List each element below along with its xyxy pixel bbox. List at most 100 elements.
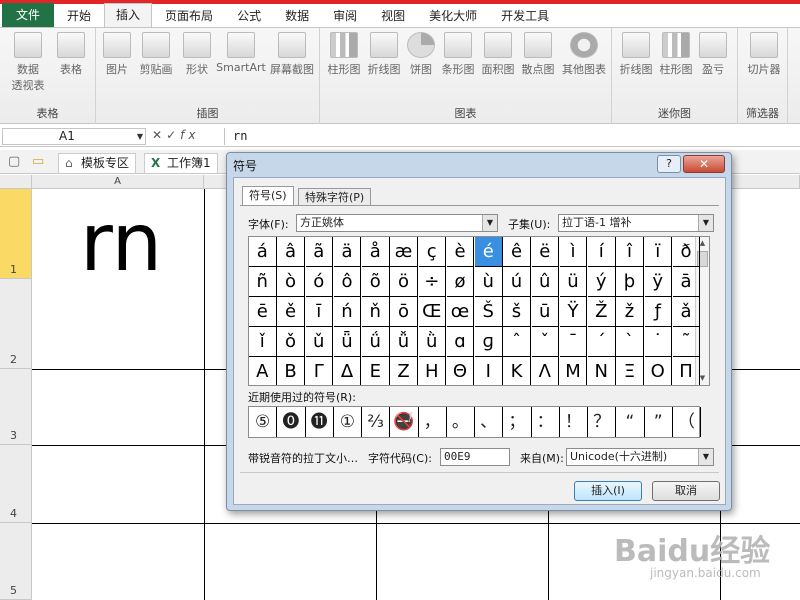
symbol-cell[interactable]: ï bbox=[644, 237, 672, 267]
row-header-5[interactable]: 5 bbox=[0, 523, 32, 600]
symbol-cell[interactable]: þ bbox=[616, 267, 644, 297]
symbol-cell[interactable]: ˇ bbox=[531, 327, 559, 357]
sparkline-column-button[interactable]: 柱形图 bbox=[658, 32, 694, 77]
column-chart-button[interactable]: 柱形图 bbox=[326, 32, 362, 77]
cancel-button[interactable]: 取消 bbox=[652, 481, 720, 501]
close-button[interactable]: ✕ bbox=[683, 155, 725, 173]
symbol-cell[interactable]: ˜ bbox=[672, 327, 701, 357]
symbol-cell[interactable]: Ν bbox=[588, 357, 616, 385]
tab-symbols[interactable]: 符号(S) bbox=[242, 186, 294, 206]
symbol-cell[interactable]: Ζ bbox=[390, 357, 418, 385]
symbol-cell[interactable]: ň bbox=[362, 297, 390, 327]
recent-symbol-cell[interactable]: ⓫ bbox=[306, 407, 334, 437]
insert-button[interactable]: 插入(I) bbox=[574, 481, 642, 501]
symbol-cell[interactable]: Ι bbox=[475, 357, 503, 385]
workbook-tab[interactable]: X 工作簿1 bbox=[144, 153, 218, 173]
clipart-button[interactable]: 剪贴画 bbox=[136, 32, 176, 77]
symbol-cell[interactable]: ò bbox=[277, 267, 305, 297]
symbol-cell[interactable]: ä bbox=[333, 237, 362, 267]
symbol-cell[interactable]: œ bbox=[446, 297, 475, 327]
symbol-cell[interactable]: ƒ bbox=[644, 297, 672, 327]
symbol-cell[interactable]: ǘ bbox=[362, 327, 390, 357]
row-header-3[interactable]: 3 bbox=[0, 369, 32, 445]
symbol-cell[interactable]: Γ bbox=[306, 357, 333, 385]
symbol-cell[interactable]: ǎ bbox=[672, 297, 701, 327]
sparkline-line-button[interactable]: 折线图 bbox=[618, 32, 654, 77]
screenshot-button[interactable]: 屏幕截图 bbox=[268, 32, 316, 77]
confirm-icon[interactable]: ✓ bbox=[166, 128, 180, 142]
symbol-cell[interactable]: ñ bbox=[249, 267, 277, 297]
symbol-cell[interactable]: ǜ bbox=[418, 327, 446, 357]
symbol-cell[interactable]: ī bbox=[305, 297, 333, 327]
symbol-cell[interactable]: ń bbox=[333, 297, 362, 327]
template-tab[interactable]: ⌂ 模板专区 bbox=[58, 153, 137, 173]
help-button[interactable]: ? bbox=[657, 155, 681, 173]
tab-data[interactable]: 数据 bbox=[274, 5, 320, 27]
symbol-cell[interactable]: Ο bbox=[645, 357, 672, 385]
symbol-cell[interactable]: î bbox=[616, 237, 644, 267]
symbol-cell[interactable]: Œ bbox=[418, 297, 446, 327]
char-code-input[interactable]: 00E9 bbox=[440, 448, 510, 466]
folder-icon[interactable]: ▭ bbox=[32, 154, 44, 169]
symbol-cell[interactable]: è bbox=[446, 237, 475, 267]
symbol-cell[interactable]: ð bbox=[672, 237, 701, 267]
recent-symbol-cell[interactable]: 🚭 bbox=[390, 407, 419, 437]
symbol-cell[interactable]: ā bbox=[672, 267, 701, 297]
symbol-cell[interactable]: ø bbox=[446, 267, 475, 297]
pie-chart-button[interactable]: 饼图 bbox=[406, 32, 436, 77]
symbol-cell[interactable]: ˙ bbox=[644, 327, 672, 357]
name-box[interactable]: A1 ▼ bbox=[2, 128, 146, 145]
symbol-cell[interactable]: ě bbox=[277, 297, 305, 327]
symbol-cell[interactable]: ɡ bbox=[475, 327, 503, 357]
recent-symbol-cell[interactable]: ⅔ bbox=[362, 407, 391, 437]
symbol-cell[interactable]: ö bbox=[390, 267, 418, 297]
tab-developer[interactable]: 开发工具 bbox=[490, 5, 560, 27]
chevron-down-icon[interactable]: ▼ bbox=[698, 449, 713, 465]
table-button[interactable]: 表格 bbox=[54, 32, 88, 77]
bar-chart-button[interactable]: 条形图 bbox=[440, 32, 476, 77]
symbol-cell[interactable]: š bbox=[503, 297, 531, 327]
symbol-cell[interactable]: ɑ bbox=[446, 327, 475, 357]
symbol-cell[interactable]: Š bbox=[475, 297, 503, 327]
chevron-down-icon[interactable]: ▼ bbox=[137, 129, 143, 144]
symbol-cell[interactable]: Λ bbox=[532, 357, 559, 385]
symbol-cell[interactable]: ǖ bbox=[333, 327, 362, 357]
symbol-cell[interactable]: ˉ bbox=[559, 327, 588, 357]
recent-symbol-cell[interactable]: ⓿ bbox=[277, 407, 306, 437]
slicer-button[interactable]: 切片器 bbox=[744, 32, 784, 77]
symbol-cell[interactable]: é bbox=[475, 237, 503, 267]
symbol-cell[interactable]: ÿ bbox=[644, 267, 672, 297]
symbol-cell[interactable]: å bbox=[362, 237, 390, 267]
row-header-1[interactable]: 1 bbox=[0, 189, 32, 279]
symbol-cell[interactable]: Ÿ bbox=[559, 297, 588, 327]
line-chart-button[interactable]: 折线图 bbox=[366, 32, 402, 77]
tab-view[interactable]: 视图 bbox=[370, 5, 416, 27]
recent-symbol-cell[interactable]: 、 bbox=[475, 407, 504, 437]
chevron-down-icon[interactable]: ▼ bbox=[482, 215, 497, 231]
symbol-cell[interactable]: ã bbox=[305, 237, 333, 267]
from-select[interactable]: Unicode(十六进制) ▼ bbox=[566, 448, 714, 466]
symbol-cell[interactable]: Ε bbox=[362, 357, 390, 385]
symbol-cell[interactable]: ū bbox=[531, 297, 559, 327]
select-all-corner[interactable] bbox=[0, 175, 32, 189]
symbol-cell[interactable]: ž bbox=[616, 297, 644, 327]
row-header-2[interactable]: 2 bbox=[0, 279, 32, 369]
recent-symbol-cell[interactable]: “ bbox=[616, 407, 645, 437]
recent-symbol-cell[interactable]: ： bbox=[532, 407, 560, 437]
shapes-button[interactable]: 形状 bbox=[182, 32, 212, 77]
symbol-cell[interactable]: Ξ bbox=[616, 357, 644, 385]
cancel-icon[interactable]: ✕ bbox=[152, 128, 166, 142]
recent-symbol-cell[interactable]: ？ bbox=[588, 407, 617, 437]
scatter-chart-button[interactable]: 散点图 bbox=[520, 32, 556, 77]
symbol-cell[interactable]: ǚ bbox=[390, 327, 418, 357]
recent-symbol-cell[interactable]: ” bbox=[645, 407, 673, 437]
symbol-cell[interactable]: ǒ bbox=[277, 327, 305, 357]
symbol-cell[interactable]: ç bbox=[418, 237, 446, 267]
symbol-cell[interactable]: Κ bbox=[503, 357, 531, 385]
formula-input[interactable]: rn bbox=[224, 128, 800, 145]
symbol-cell[interactable]: á bbox=[249, 237, 277, 267]
tab-home[interactable]: 开始 bbox=[56, 5, 102, 27]
picture-button[interactable]: 图片 bbox=[102, 32, 132, 77]
recent-symbol-cell[interactable]: ！ bbox=[560, 407, 588, 437]
symbol-cell[interactable]: ë bbox=[531, 237, 559, 267]
